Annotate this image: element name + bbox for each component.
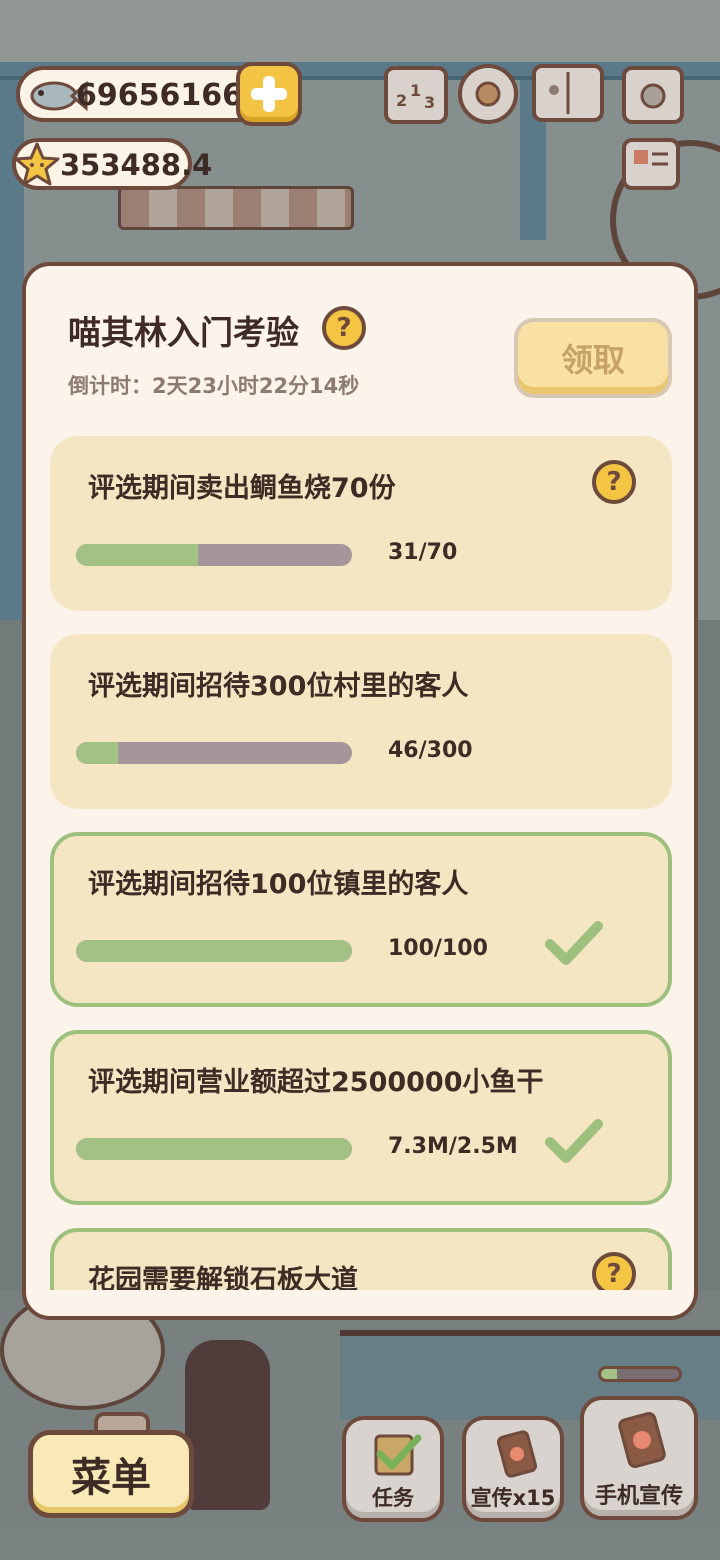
help-symbol: ? — [606, 1259, 622, 1289]
task-text: 评选期间招待300位村里的客人 — [88, 671, 469, 702]
tasks-button[interactable]: 任务 — [342, 1416, 444, 1522]
promo-progress-fill — [601, 1369, 617, 1379]
claim-button[interactable]: 领取 — [514, 318, 672, 398]
progress-text: 100/100 — [388, 936, 488, 961]
phone-promo-icon — [618, 1412, 666, 1468]
progress-bar — [76, 742, 352, 764]
task-help-icon[interactable]: ? — [592, 1252, 636, 1290]
help-symbol: ? — [606, 467, 622, 497]
quest-panel: 喵其林入门考验 ? 倒计时：2天23小时22分14秒 领取 评选期间卖出鲷鱼烧7… — [22, 262, 698, 1320]
settings-gear-icon[interactable] — [458, 64, 518, 124]
progress-bar — [76, 940, 352, 962]
add-currency-button[interactable] — [236, 62, 302, 126]
star-icon — [14, 142, 60, 186]
promo-button[interactable]: 宣传x15 — [462, 1416, 564, 1522]
progress-fill — [76, 1138, 352, 1160]
task-card: 花园需要解锁石板大道 ? — [50, 1228, 672, 1290]
progress-fill — [76, 544, 199, 566]
task-card: 评选期间招待300位村里的客人 46/300 — [50, 634, 672, 809]
promo-label: 宣传x15 — [470, 1486, 556, 1510]
star-currency: 353488.4 — [12, 138, 212, 190]
progress-text: 7.3M/2.5M — [388, 1134, 518, 1159]
countdown-text: 倒计时：2天23小时22分14秒 — [68, 374, 360, 398]
progress-fill — [76, 940, 352, 962]
panel-title: 喵其林入门考验 — [68, 313, 299, 352]
promo-progress-bar — [598, 1366, 682, 1382]
tasks-label: 任务 — [372, 1486, 414, 1510]
star-amount: 353488.4 — [60, 148, 213, 182]
menu-button[interactable]: 菜单 — [28, 1430, 194, 1518]
task-card-completed: 评选期间营业额超过2500000小鱼干 7.3M/2.5M — [50, 1030, 672, 1205]
clipboard-check-icon — [374, 1434, 422, 1476]
help-symbol: ? — [336, 313, 352, 343]
promo-card-icon — [496, 1430, 538, 1478]
phone-promo-button[interactable]: 手机宣传 — [580, 1396, 698, 1520]
notice-board-icon[interactable] — [622, 138, 680, 190]
task-card-completed: 评选期间招待100位镇里的客人 100/100 — [50, 832, 672, 1007]
album-book-icon[interactable] — [532, 64, 604, 122]
svg-text:2: 2 — [396, 91, 407, 110]
phone-promo-label: 手机宣传 — [594, 1484, 683, 1509]
task-card: 评选期间卖出鲷鱼烧70份 ? 31/70 — [50, 436, 672, 611]
task-list[interactable]: 评选期间卖出鲷鱼烧70份 ? 31/70 评选期间招待300位村里的客人 46/… — [50, 436, 674, 1290]
progress-bar — [76, 1138, 352, 1160]
help-icon[interactable]: ? — [322, 306, 366, 350]
camera-icon[interactable] — [622, 66, 684, 124]
progress-text: 46/300 — [388, 738, 473, 763]
plus-icon — [251, 76, 287, 112]
progress-bar — [76, 544, 352, 566]
svg-text:1: 1 — [410, 81, 421, 100]
svg-text:3: 3 — [424, 93, 435, 112]
task-text: 评选期间招待100位镇里的客人 — [88, 869, 469, 900]
progress-text: 31/70 — [388, 540, 458, 565]
checkmark-icon — [545, 1119, 603, 1163]
progress-fill — [76, 742, 119, 764]
ranking-icon[interactable]: 213 — [384, 66, 448, 124]
checkmark-icon — [545, 921, 603, 965]
task-text: 花园需要解锁石板大道 — [88, 1265, 358, 1290]
task-help-icon[interactable]: ? — [592, 460, 636, 504]
task-text: 评选期间卖出鲷鱼烧70份 — [88, 473, 396, 504]
task-text: 评选期间营业额超过2500000小鱼干 — [88, 1067, 544, 1098]
